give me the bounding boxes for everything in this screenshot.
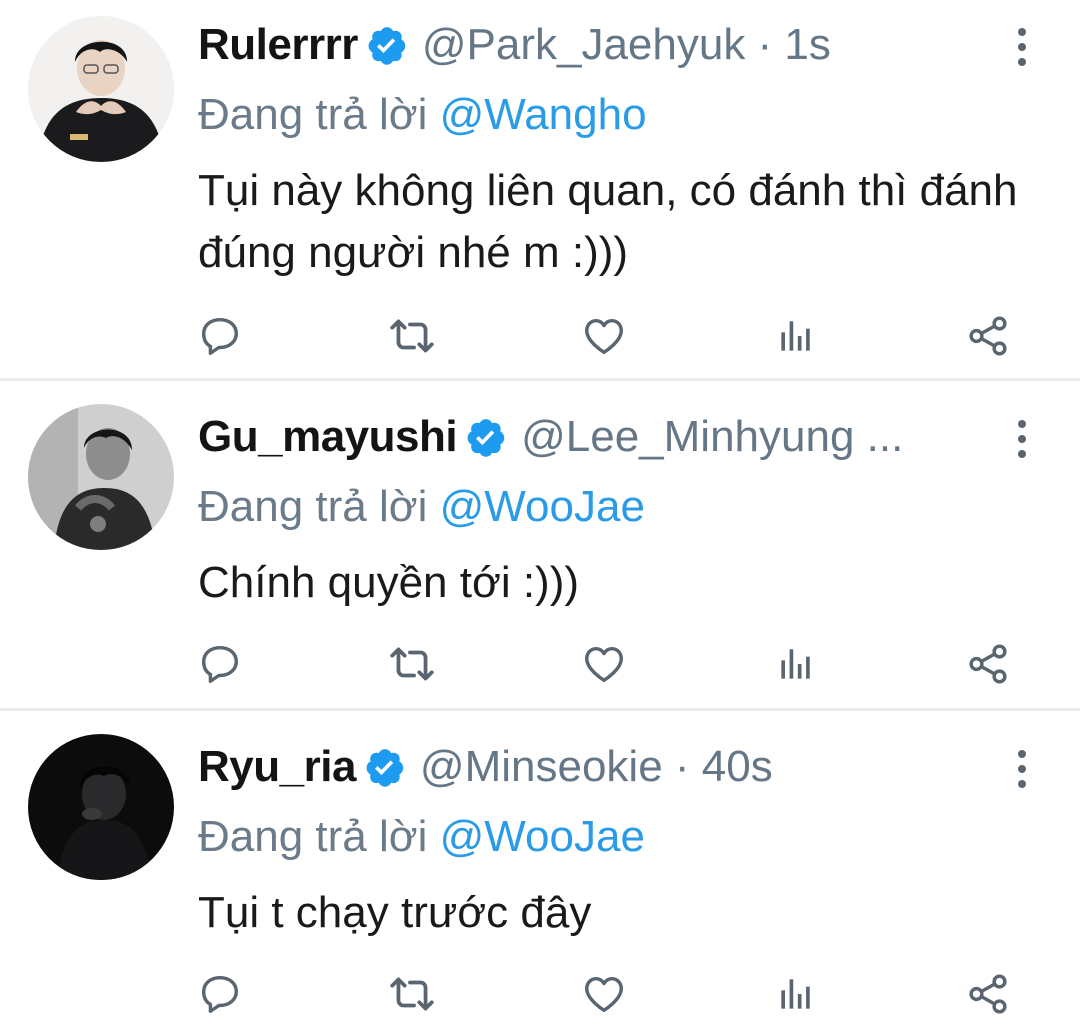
tweet-actions [0, 306, 1080, 366]
reply-icon[interactable] [190, 306, 250, 366]
tweet-text: Chính quyền tới :))) [198, 558, 580, 607]
mention-link[interactable]: @Wangho [440, 90, 647, 139]
mention-link[interactable]: @WooJae [440, 812, 645, 861]
divider [0, 708, 1080, 711]
tweet-text: Tụi t chạy trước đây [198, 888, 592, 937]
tweet-actions [0, 964, 1080, 1024]
tweet-3[interactable]: Ryu_ria @Minseokie · 40s Đang trả lời @W… [0, 732, 1080, 1033]
analytics-icon[interactable] [766, 634, 826, 694]
mention-link[interactable]: @WooJae [440, 482, 645, 531]
handle-and-time: @Park_Jaehyuk · 1s [421, 20, 831, 69]
analytics-icon[interactable] [766, 964, 826, 1024]
avatar[interactable] [28, 404, 174, 550]
like-icon[interactable] [574, 634, 634, 694]
tweet-actions [0, 634, 1080, 694]
retweet-icon[interactable] [382, 964, 442, 1024]
handle-and-time: @Minseokie · 40s [419, 742, 773, 791]
reply-icon[interactable] [190, 964, 250, 1024]
replying-to-label: Đang trả lời [198, 812, 428, 861]
tweet-2[interactable]: Gu_mayushi @Lee_Minhyung ... Đang trả lờ… [0, 402, 1080, 702]
display-name[interactable]: Gu_mayushi [198, 412, 458, 462]
analytics-icon[interactable] [766, 306, 826, 366]
verified-badge-icon [463, 415, 507, 459]
retweet-icon[interactable] [382, 634, 442, 694]
avatar[interactable] [28, 734, 174, 880]
divider [0, 378, 1080, 381]
like-icon[interactable] [574, 306, 634, 366]
replying-to: Đang trả lời @WooJae [198, 812, 645, 862]
avatar[interactable] [28, 16, 174, 162]
retweet-icon[interactable] [382, 306, 442, 366]
more-options-icon[interactable] [1002, 414, 1042, 464]
replying-to-label: Đang trả lời [198, 482, 428, 531]
verified-badge-icon [364, 23, 408, 67]
display-name[interactable]: Ryu_ria [198, 742, 356, 792]
replying-to-label: Đang trả lời [198, 90, 428, 139]
like-icon[interactable] [574, 964, 634, 1024]
share-icon[interactable] [958, 306, 1018, 366]
replying-to: Đang trả lời @Wangho [198, 90, 647, 140]
verified-badge-icon [362, 745, 406, 789]
tweet-1[interactable]: Rulerrrr @Park_Jaehyuk · 1s Đang trả lời… [0, 10, 1080, 380]
more-options-icon[interactable] [1002, 744, 1042, 794]
more-options-icon[interactable] [1002, 22, 1042, 72]
share-icon[interactable] [958, 634, 1018, 694]
share-icon[interactable] [958, 964, 1018, 1024]
reply-icon[interactable] [190, 634, 250, 694]
display-name[interactable]: Rulerrrr [198, 20, 358, 70]
replying-to: Đang trả lời @WooJae [198, 482, 645, 532]
handle-and-time: @Lee_Minhyung ... [521, 412, 904, 461]
tweet-text: Tụi này không liên quan, có đánh thì đán… [198, 166, 1018, 277]
